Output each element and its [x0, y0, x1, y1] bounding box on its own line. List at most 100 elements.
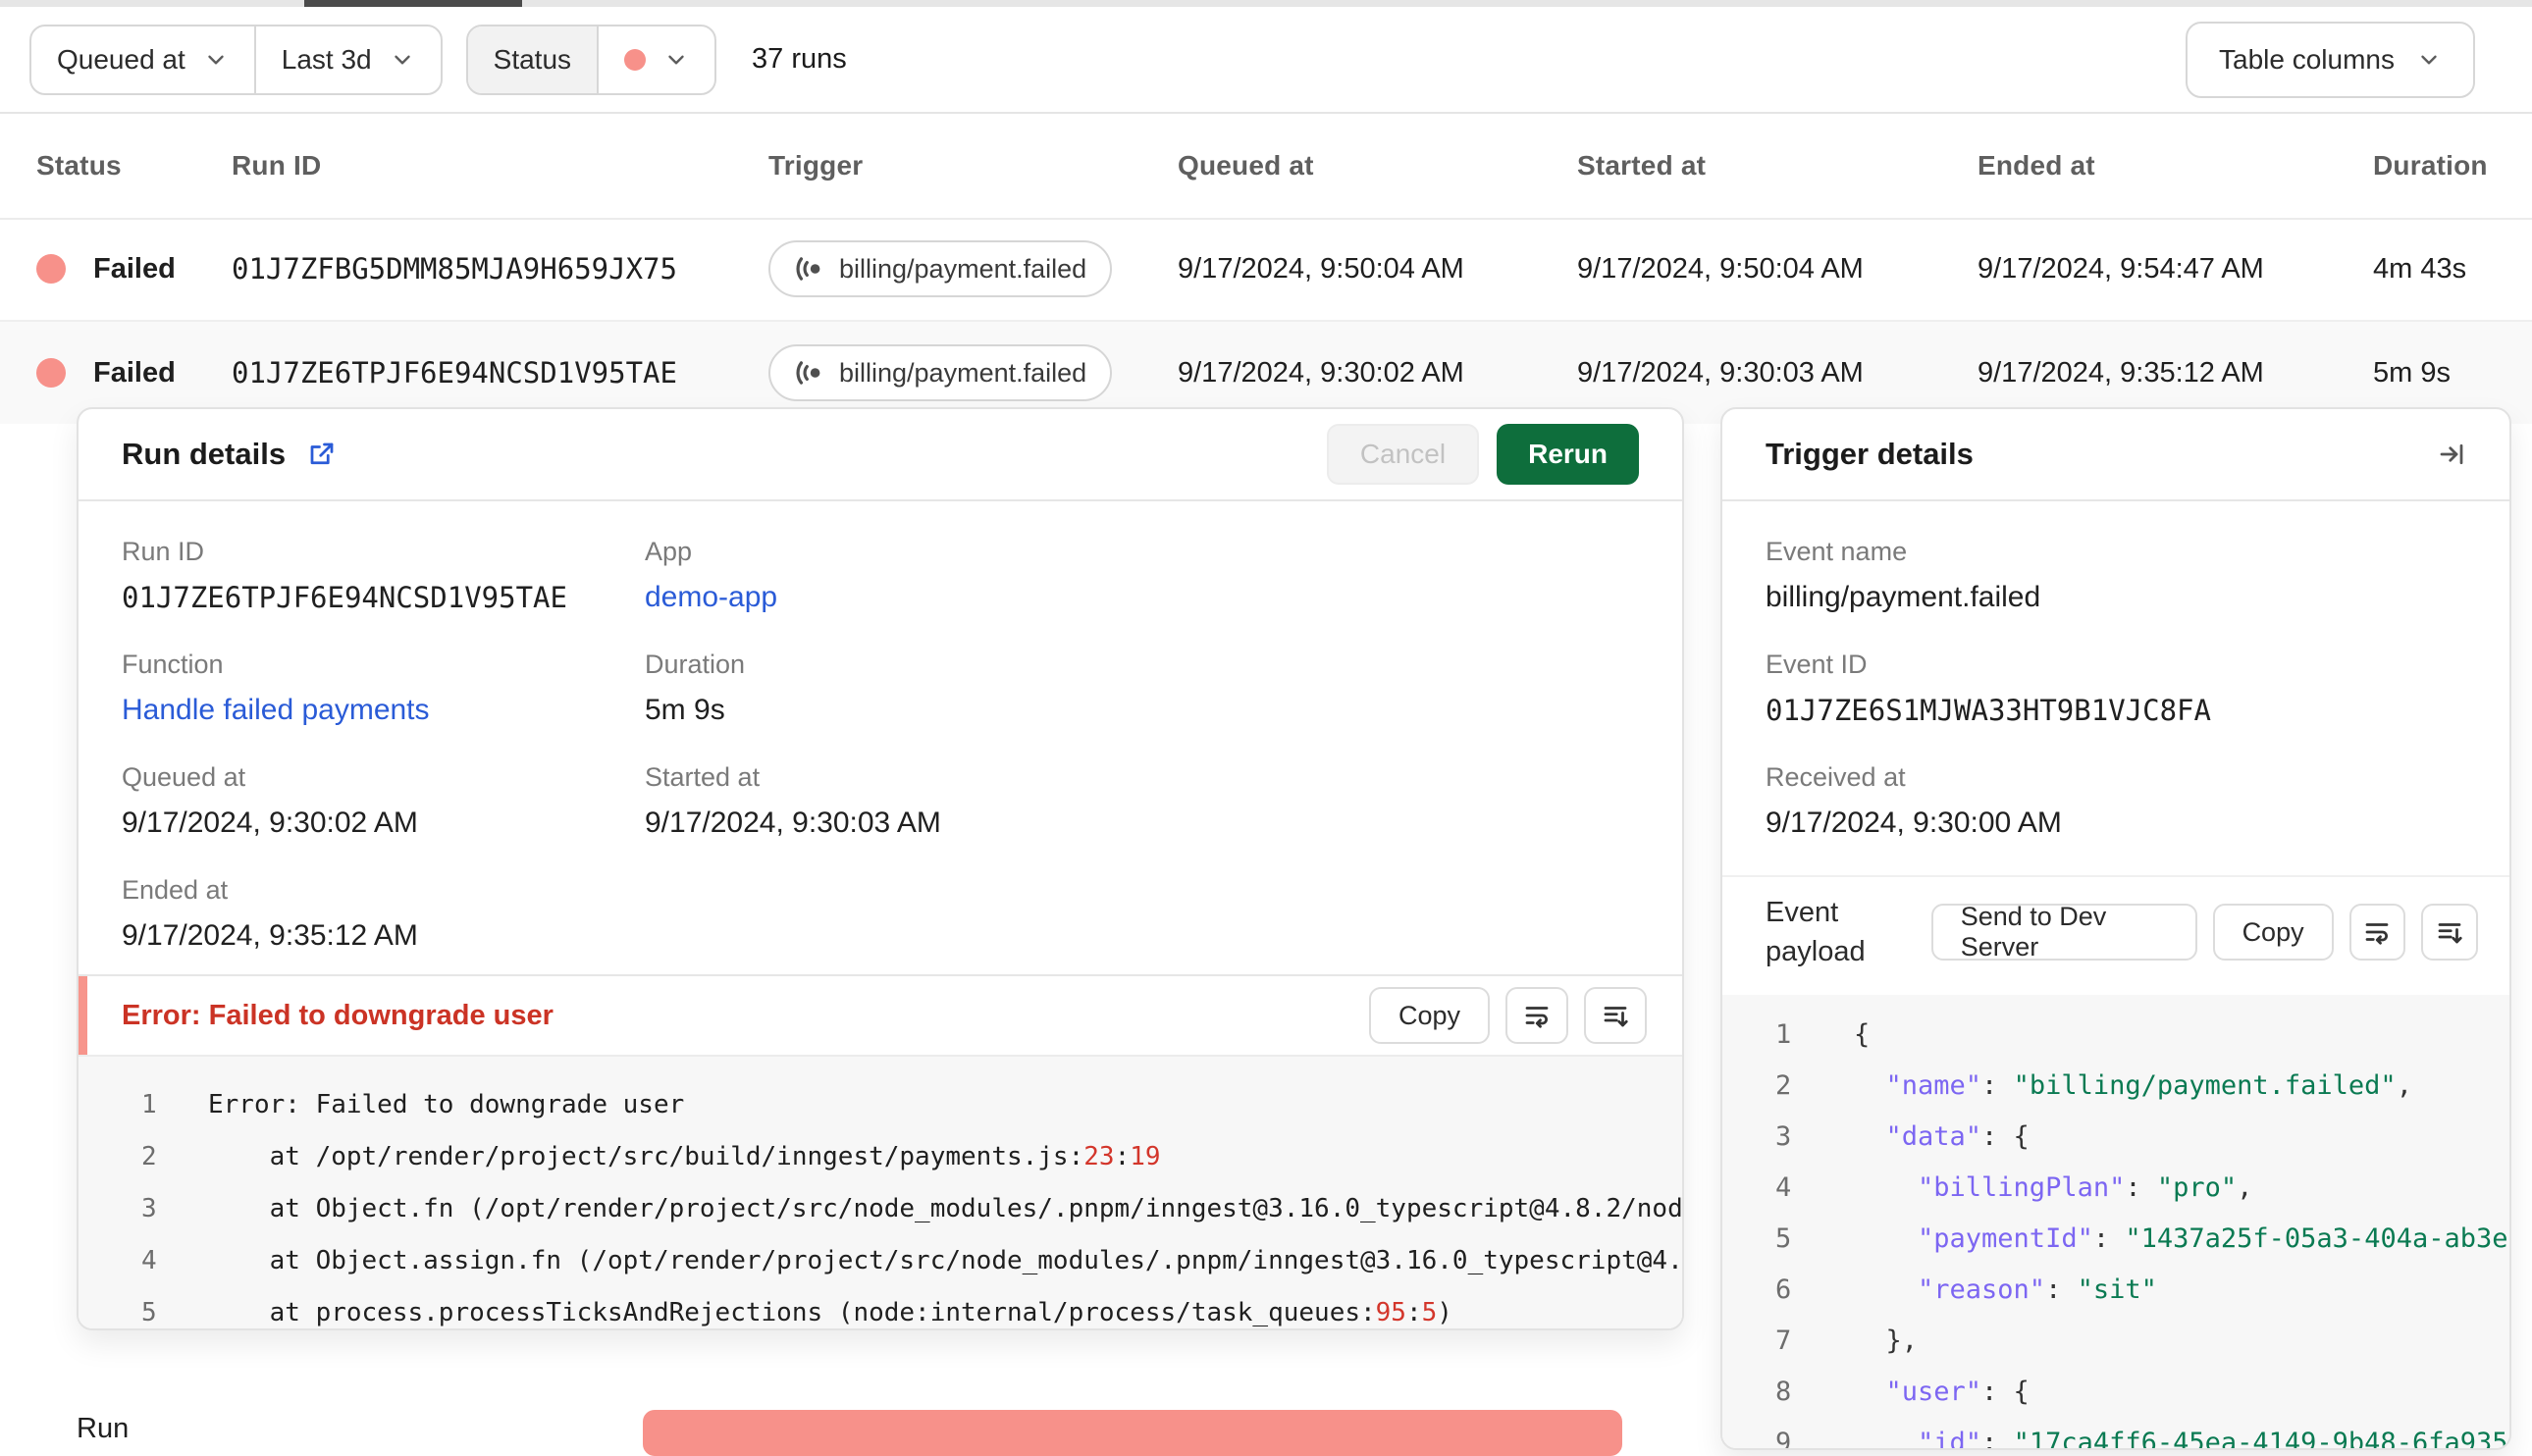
status-failed-dot: [624, 48, 647, 71]
field-label: Event name: [1766, 537, 1908, 566]
field-duration: Duration 5m 9s: [645, 650, 1639, 727]
code-segment: :: [2092, 1222, 2126, 1254]
stack-trace-line: 5 at process.processTicksAndRejections (…: [79, 1286, 1682, 1328]
code-segment: "reason": [1854, 1274, 2046, 1305]
field-ended-at: Ended at 9/17/2024, 9:35:12 AM: [122, 875, 645, 953]
field-value: 01J7ZE6S1MJWA33HT9B1VJC8FA: [1766, 694, 2211, 727]
code-segment: :: [1405, 1297, 1422, 1327]
runs-dashboard: Queued at Last 3d Status 37 runs Table c…: [0, 0, 2532, 1456]
trigger-name: billing/payment.failed: [839, 253, 1087, 284]
filter-field-label: Queued at: [57, 43, 185, 75]
text-wrap-icon: [1525, 1007, 1549, 1028]
run-details-fields: Run ID 01J7ZE6TPJF6E94NCSD1V95TAE App de…: [79, 501, 1682, 953]
table-columns-label: Table columns: [2219, 43, 2395, 75]
code-segment: 23: [1083, 1141, 1115, 1171]
collapse-panel-button[interactable]: [2437, 440, 2466, 469]
run-details-title: Run details: [122, 437, 287, 471]
filter-toolbar: Queued at Last 3d Status 37 runs Table c…: [0, 7, 2532, 114]
rerun-button[interactable]: Rerun: [1497, 424, 1639, 485]
chevron-down-icon: [208, 55, 224, 64]
horizontal-scrollbar-thumb[interactable]: [304, 0, 522, 7]
error-actions: Copy: [1368, 987, 1647, 1044]
column-header-duration: Duration: [2373, 150, 2488, 181]
code-segment: at Object.assign.fn (/opt/render/project…: [208, 1245, 1682, 1275]
field-value: 9/17/2024, 9:30:00 AM: [1766, 806, 2062, 839]
line-number: 8: [1775, 1376, 1792, 1407]
code-segment: "paymentId": [1854, 1222, 2093, 1254]
wrap-text-button[interactable]: [1505, 987, 1568, 1044]
error-accent-bar: [79, 976, 87, 1055]
code-segment: "user": [1854, 1376, 1982, 1407]
payload-line: 4 "billingPlan": "pro",: [1722, 1162, 2509, 1213]
column-header-queued-at: Queued at: [1178, 150, 1314, 181]
app-link[interactable]: demo-app: [645, 581, 1639, 614]
line-number: 7: [1775, 1325, 1792, 1356]
code-segment: "billing/payment.failed": [2013, 1069, 2397, 1101]
cancel-button[interactable]: Cancel: [1326, 424, 1480, 485]
line-number: 5: [1775, 1222, 1792, 1254]
timerange-dropdown[interactable]: Last 3d: [253, 26, 441, 93]
timeline-run-label: Run: [77, 1413, 130, 1444]
timeline-failed-run-bar[interactable]: [643, 1410, 1622, 1456]
status-filter-label: Status: [493, 43, 572, 75]
table-row[interactable]: Failed 01J7ZFBG5DMM85MJA9H659JX75 billin…: [0, 218, 2532, 322]
field-value: 9/17/2024, 9:30:03 AM: [645, 806, 941, 839]
copy-error-button[interactable]: Copy: [1368, 987, 1490, 1044]
timerange-label: Last 3d: [281, 43, 372, 75]
field-event-name: Event name billing/payment.failed: [1766, 537, 2466, 614]
line-number: 3: [141, 1193, 157, 1223]
list-arrow-down-icon: [1604, 1007, 1628, 1027]
runs-count: 37 runs: [752, 43, 847, 75]
table-columns-button[interactable]: Table columns: [2186, 21, 2475, 98]
column-header-ended-at: Ended at: [1978, 150, 2095, 181]
expand-lines-button[interactable]: [1584, 987, 1647, 1044]
field-label: Queued at: [122, 762, 246, 792]
stack-trace-line: 4 at Object.assign.fn (/opt/render/proje…: [79, 1234, 1682, 1286]
chevron-down-icon: [2421, 55, 2437, 64]
code-segment: at process.processTicksAndRejections (no…: [208, 1297, 1376, 1327]
line-number: 1: [141, 1089, 157, 1119]
code-segment: },: [1854, 1325, 1919, 1356]
trigger-pill[interactable]: billing/payment.failed: [768, 344, 1113, 401]
status-dot: [36, 358, 66, 388]
run-details-panel: Run details Cancel Rerun Run ID 01J7ZE6T…: [77, 407, 1684, 1330]
table-header: Status Run ID Trigger Queued at Started …: [0, 114, 2532, 220]
event-payload-json[interactable]: 1{2 "name": "billing/payment.failed", 3 "…: [1722, 995, 2509, 1448]
expand-lines-button[interactable]: [2421, 904, 2478, 961]
line-number: 4: [141, 1245, 157, 1275]
function-link[interactable]: Handle failed payments: [122, 694, 645, 727]
status-filter-group: Status: [465, 24, 717, 95]
code-segment: "1437a25f-05a3-404a-ab3e-d4e: [2125, 1222, 2509, 1254]
status-filter-dropdown[interactable]: [597, 26, 714, 93]
payload-line: 3 "data": {: [1722, 1111, 2509, 1162]
error-stack-trace[interactable]: 1 Error: Failed to downgrade user 2 at /op…: [79, 1055, 1682, 1328]
field-value: 9/17/2024, 9:35:12 AM: [122, 919, 418, 952]
code-segment: ): [1437, 1297, 1452, 1327]
trigger-details-header: Trigger details: [1722, 409, 2509, 501]
status-dot: [36, 254, 66, 284]
queued-at-cell: 9/17/2024, 9:50:04 AM: [1178, 252, 1464, 285]
trigger-pill[interactable]: billing/payment.failed: [768, 240, 1113, 297]
send-to-dev-server-button[interactable]: Send to Dev Server: [1930, 902, 2197, 962]
code-segment: ,: [2237, 1171, 2253, 1203]
time-filter-group: Queued at Last 3d: [29, 24, 443, 95]
started-at-cell: 9/17/2024, 9:50:04 AM: [1577, 252, 1864, 285]
line-number: 4: [1775, 1171, 1792, 1203]
copy-payload-button[interactable]: Copy: [2212, 904, 2334, 961]
line-number: 2: [1775, 1069, 1792, 1101]
code-segment: 95: [1375, 1297, 1406, 1327]
trigger-details-fields: Event name billing/payment.failed Event …: [1722, 501, 2509, 875]
code-segment: Error: Failed to downgrade user: [208, 1089, 685, 1119]
field-label: Event ID: [1766, 650, 1868, 679]
run-id-cell: 01J7ZFBG5DMM85MJA9H659JX75: [232, 252, 677, 286]
field-run-id: Run ID 01J7ZE6TPJF6E94NCSD1V95TAE: [122, 537, 645, 614]
code-segment: "data": [1854, 1120, 1982, 1152]
filter-field-dropdown[interactable]: Queued at: [31, 26, 254, 93]
open-run-external-button[interactable]: [307, 440, 337, 469]
field-label: Duration: [645, 650, 746, 679]
field-queued-at: Queued at 9/17/2024, 9:30:02 AM: [122, 762, 645, 840]
horizontal-scrollbar-track[interactable]: [0, 0, 2532, 7]
wrap-text-button[interactable]: [2348, 904, 2406, 961]
duration-cell: 4m 43s: [2373, 252, 2467, 285]
payload-line: 2 "name": "billing/payment.failed",: [1722, 1060, 2509, 1111]
